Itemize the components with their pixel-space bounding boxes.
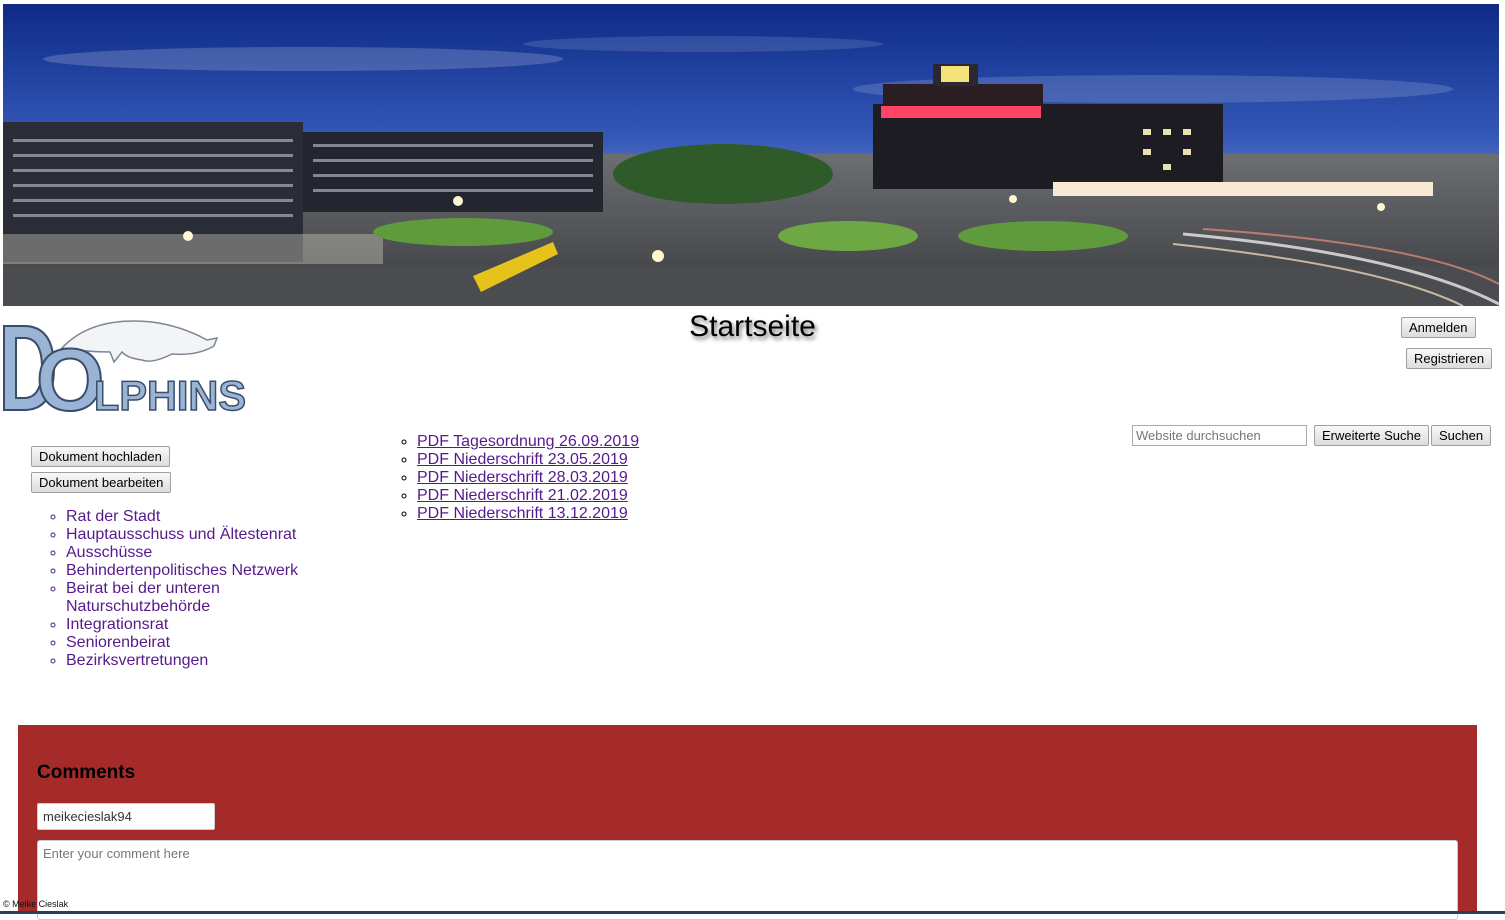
document-link[interactable]: PDF Niederschrift 13.12.2019 xyxy=(417,505,628,522)
page-title: Startseite xyxy=(689,310,816,343)
list-item: PDF Niederschrift 13.12.2019 xyxy=(417,505,639,523)
search-button[interactable]: Suchen xyxy=(1431,425,1492,446)
list-item: PDF Tagesordnung 26.09.2019 xyxy=(417,433,639,451)
upload-document-button[interactable]: Dokument hochladen xyxy=(31,446,170,467)
committee-nav-list: Rat der Stadt Hauptausschuss und Älteste… xyxy=(32,508,312,670)
header-banner-image xyxy=(3,4,1499,306)
document-link[interactable]: PDF Niederschrift 23.05.2019 xyxy=(417,451,628,468)
search-input[interactable] xyxy=(1132,425,1307,446)
comment-name-field[interactable] xyxy=(37,803,215,830)
edit-document-button[interactable]: Dokument bearbeiten xyxy=(31,472,172,493)
logo-letters-lphins: LPHINS xyxy=(94,372,246,414)
nav-item-seniorenbeirat[interactable]: Seniorenbeirat xyxy=(66,634,312,652)
comments-title: Comments xyxy=(37,762,136,783)
comments-section: Comments xyxy=(18,725,1477,920)
document-link[interactable]: PDF Niederschrift 28.03.2019 xyxy=(417,469,628,486)
list-item: PDF Niederschrift 28.03.2019 xyxy=(417,469,639,487)
nav-item-beirat-naturschutzbehoerde[interactable]: Beirat bei der unteren Naturschutzbehörd… xyxy=(66,580,312,616)
document-list: PDF Tagesordnung 26.09.2019 PDF Niedersc… xyxy=(383,433,639,523)
nav-item-behindertenpolitisches-netzwerk[interactable]: Behindertenpolitisches Netzwerk xyxy=(66,562,312,580)
list-item: PDF Niederschrift 21.02.2019 xyxy=(417,487,639,505)
nav-item-bezirksvertretungen[interactable]: Bezirksvertretungen xyxy=(66,652,312,670)
login-button[interactable]: Anmelden xyxy=(1401,317,1476,338)
document-link[interactable]: PDF Niederschrift 21.02.2019 xyxy=(417,487,628,504)
document-link[interactable]: PDF Tagesordnung 26.09.2019 xyxy=(417,433,639,450)
comment-textarea[interactable] xyxy=(37,840,1458,920)
advanced-search-button[interactable]: Erweiterte Suche xyxy=(1314,425,1429,446)
nav-item-hauptausschuss[interactable]: Hauptausschuss und Ältestenrat xyxy=(66,526,312,544)
nav-item-ausschuesse[interactable]: Ausschüsse xyxy=(66,544,312,562)
list-item: PDF Niederschrift 23.05.2019 xyxy=(417,451,639,469)
nav-item-integrationsrat[interactable]: Integrationsrat xyxy=(66,616,312,634)
nav-item-rat-der-stadt[interactable]: Rat der Stadt xyxy=(66,508,312,526)
copyright-text: © Meike Cieslak xyxy=(3,899,69,909)
register-button[interactable]: Registrieren xyxy=(1406,348,1493,369)
